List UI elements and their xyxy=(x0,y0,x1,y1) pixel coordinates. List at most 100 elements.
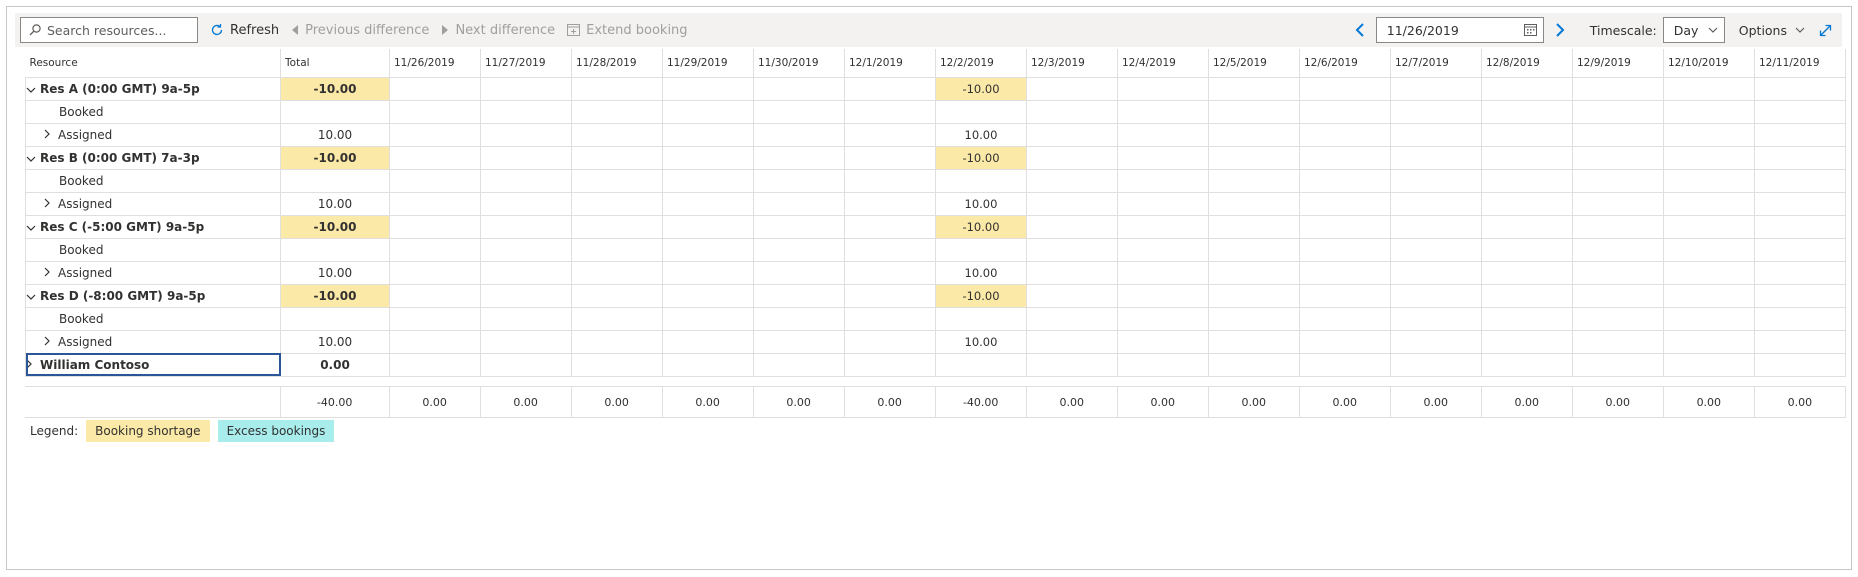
day-cell xyxy=(1662,145,1755,170)
resource-total-cell: -10.00 xyxy=(280,145,390,170)
assigned-label-cell[interactable]: Assigned xyxy=(24,329,282,354)
day-cell xyxy=(388,76,481,101)
day-cell xyxy=(1116,168,1209,193)
date-column-header[interactable]: 12/4/2019 xyxy=(1116,49,1209,78)
resource-column-header[interactable]: Resource xyxy=(25,49,282,78)
assigned-row: Assigned 10.00 10.00 xyxy=(24,191,1847,216)
day-cell xyxy=(1116,260,1209,285)
refresh-button[interactable]: Refresh xyxy=(210,23,279,38)
date-column-header[interactable]: 11/27/2019 xyxy=(479,49,572,78)
day-cell xyxy=(479,306,572,331)
day-cell xyxy=(388,122,481,147)
chevron-right-icon[interactable] xyxy=(44,267,58,280)
next-difference-button[interactable]: Next difference xyxy=(441,23,555,38)
search-box[interactable] xyxy=(20,17,198,43)
expand-icon[interactable] xyxy=(1819,24,1832,37)
date-column-header[interactable]: 12/2/2019 xyxy=(934,49,1027,78)
date-picker[interactable]: 11/26/2019 xyxy=(1375,17,1544,43)
assigned-label-cell[interactable]: Assigned xyxy=(24,191,282,216)
day-cell xyxy=(1662,260,1755,285)
day-cell xyxy=(661,76,754,101)
day-cell xyxy=(1753,122,1847,147)
day-cell xyxy=(1025,283,1118,308)
options-button[interactable]: Options xyxy=(1739,23,1805,38)
previous-difference-button[interactable]: Previous difference xyxy=(291,23,429,38)
day-cell xyxy=(934,306,1027,331)
booked-label: Booked xyxy=(24,168,282,193)
extend-booking-button[interactable]: Extend booking xyxy=(567,22,688,38)
day-cell xyxy=(479,122,572,147)
day-cell xyxy=(1025,191,1118,216)
assigned-label-cell[interactable]: Assigned xyxy=(24,122,282,147)
day-cell xyxy=(1207,99,1300,124)
day-cell xyxy=(1662,99,1755,124)
day-cell xyxy=(570,329,663,354)
day-cell xyxy=(1389,260,1482,285)
day-cell xyxy=(1389,352,1482,377)
day-cell xyxy=(1025,76,1118,101)
legend-excess-bookings: Excess bookings xyxy=(217,420,335,442)
chevron-left-icon[interactable] xyxy=(1348,23,1372,37)
chevron-down-icon[interactable] xyxy=(26,290,40,303)
date-column-header[interactable]: 11/28/2019 xyxy=(570,49,663,78)
date-column-header[interactable]: 12/11/2019 xyxy=(1753,49,1847,78)
day-cell xyxy=(843,214,936,239)
day-cell xyxy=(388,306,481,331)
date-column-header[interactable]: 12/9/2019 xyxy=(1571,49,1664,78)
date-column-header[interactable]: 12/3/2019 xyxy=(1025,49,1118,78)
search-icon xyxy=(29,24,41,36)
legend-label: Legend: xyxy=(30,424,79,438)
date-column-header[interactable]: 11/29/2019 xyxy=(661,49,754,78)
chevron-down-icon[interactable] xyxy=(26,152,40,165)
day-cell xyxy=(1571,168,1664,193)
day-cell xyxy=(1571,76,1664,101)
search-input[interactable] xyxy=(47,22,187,38)
date-column-header[interactable]: 12/5/2019 xyxy=(1207,49,1300,78)
day-cell xyxy=(1116,145,1209,170)
day-cell xyxy=(570,352,663,377)
chevron-down-icon[interactable] xyxy=(26,83,40,96)
options-label: Options xyxy=(1738,22,1787,38)
resource-total-cell: -10.00 xyxy=(280,283,390,308)
date-column-header[interactable]: 12/6/2019 xyxy=(1298,49,1391,78)
day-cell xyxy=(1480,122,1573,147)
booked-total-cell xyxy=(280,168,390,193)
date-column-header[interactable]: 12/8/2019 xyxy=(1480,49,1573,78)
calendar-icon[interactable] xyxy=(1523,24,1537,36)
day-total-cell: 0.00 xyxy=(1389,386,1482,418)
date-column-header[interactable]: 12/10/2019 xyxy=(1662,49,1755,78)
date-column-header[interactable]: 11/30/2019 xyxy=(752,49,845,78)
chevron-right-icon[interactable] xyxy=(44,198,58,211)
date-column-header[interactable]: 12/1/2019 xyxy=(843,49,936,78)
day-cell xyxy=(570,237,663,262)
chevron-right-icon[interactable] xyxy=(1548,23,1572,37)
day-cell xyxy=(1116,191,1209,216)
chevron-right-icon[interactable] xyxy=(44,129,58,142)
day-cell xyxy=(752,214,845,239)
extend-booking-label: Extend booking xyxy=(586,22,688,38)
resource-name-cell[interactable]: William Contoso xyxy=(24,352,282,377)
date-column-header[interactable]: 11/26/2019 xyxy=(388,49,481,78)
day-cell xyxy=(1571,237,1664,262)
day-cell xyxy=(1389,191,1482,216)
resource-name-cell[interactable]: Res C (-5:00 GMT) 9a-5p xyxy=(24,214,282,239)
chevron-right-icon[interactable] xyxy=(44,336,58,349)
day-cell xyxy=(570,145,663,170)
day-cell xyxy=(570,122,663,147)
chevron-right-icon[interactable] xyxy=(26,359,40,372)
resource-name-cell[interactable]: Res B (0:00 GMT) 7a-3p xyxy=(24,145,282,170)
assigned-label-cell[interactable]: Assigned xyxy=(24,260,282,285)
total-column-header[interactable]: Total xyxy=(280,49,390,78)
day-cell xyxy=(1025,122,1118,147)
resource-name-cell[interactable]: Res D (-8:00 GMT) 9a-5p xyxy=(24,283,282,308)
resource-name-cell[interactable]: Res A (0:00 GMT) 9a-5p xyxy=(24,76,282,101)
day-cell xyxy=(1207,237,1300,262)
booked-row: Booked xyxy=(24,99,1847,124)
day-cell xyxy=(1662,237,1755,262)
date-column-header[interactable]: 12/7/2019 xyxy=(1389,49,1482,78)
chevron-down-icon[interactable] xyxy=(26,221,40,234)
day-cell xyxy=(661,237,754,262)
day-cell xyxy=(1571,329,1664,354)
day-cell xyxy=(1389,214,1482,239)
timescale-select[interactable]: Day xyxy=(1662,17,1725,43)
